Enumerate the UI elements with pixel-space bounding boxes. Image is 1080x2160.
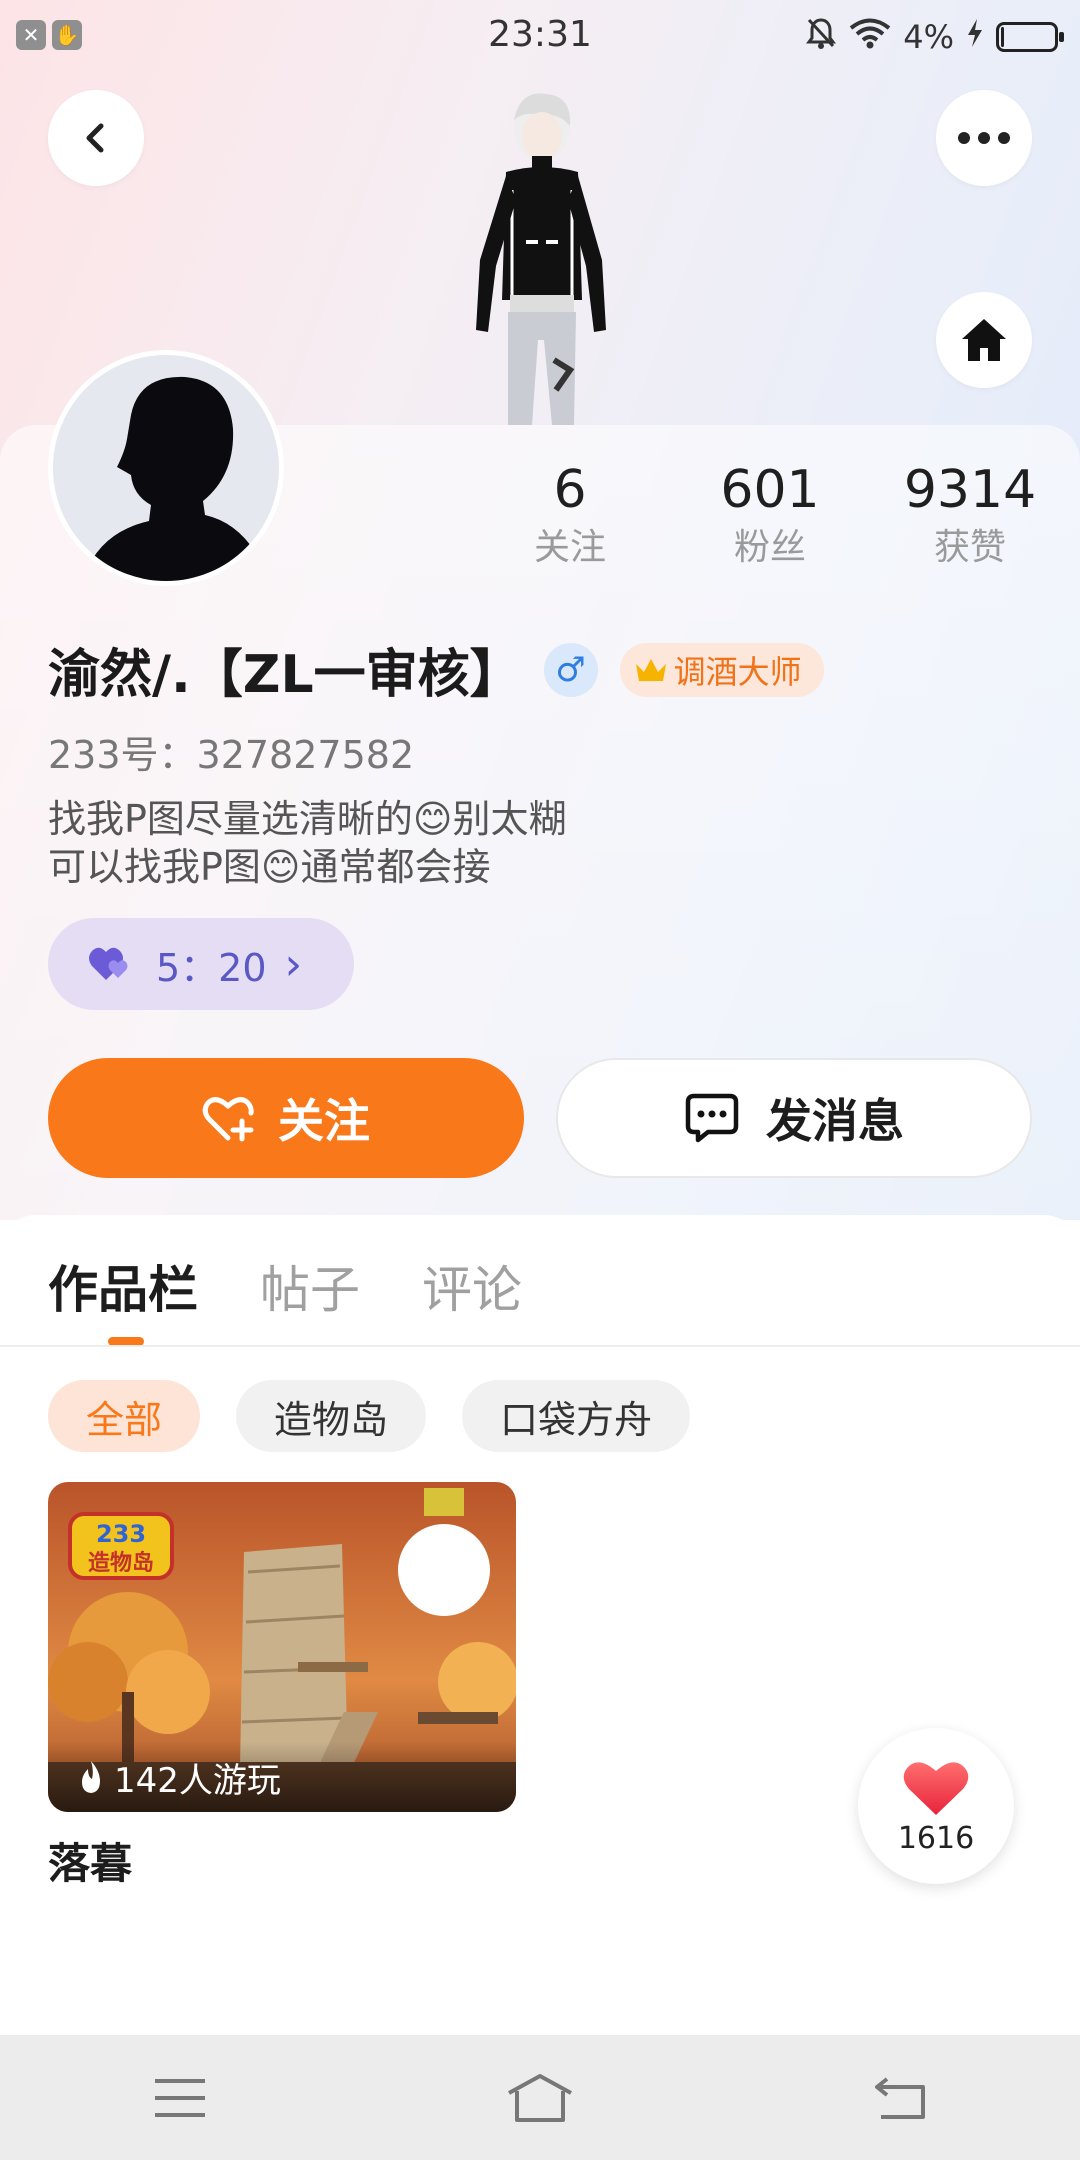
battery-level bbox=[1001, 27, 1004, 47]
message-button[interactable]: 发消息 bbox=[556, 1058, 1032, 1178]
heart-icon bbox=[89, 947, 128, 980]
stat-fans[interactable]: 601 粉丝 bbox=[690, 455, 850, 571]
charging-icon bbox=[966, 18, 984, 56]
heart-pill-value: 5：20 bbox=[156, 945, 267, 990]
heart-match-pill[interactable]: 5：20 › bbox=[48, 918, 354, 1010]
stat-likes-value: 9314 bbox=[903, 460, 1037, 520]
like-button[interactable]: 1616 bbox=[858, 1728, 1014, 1884]
username: 渝然/.【ZL一审核】 bbox=[48, 645, 522, 705]
nav-home-icon bbox=[508, 2073, 572, 2122]
message-button-label: 发消息 bbox=[766, 1094, 904, 1148]
status-bar: ✕ ✋ 23:31 4% bbox=[0, 0, 1080, 72]
back-button[interactable] bbox=[48, 90, 144, 186]
follow-button[interactable]: 关注 bbox=[48, 1058, 524, 1178]
follow-button-label: 关注 bbox=[278, 1094, 370, 1148]
home-space-button[interactable] bbox=[936, 292, 1032, 388]
profile-stats: 6 关注 601 粉丝 9314 获赞 bbox=[490, 455, 1050, 571]
chevron-right-icon: › bbox=[284, 938, 303, 990]
tab-divider bbox=[0, 1345, 1080, 1347]
category-filters: 全部 造物岛 口袋方舟 bbox=[48, 1380, 691, 1452]
wifi-icon bbox=[849, 17, 891, 57]
stat-following-value: 6 bbox=[553, 460, 587, 520]
profile-tabs: 作品栏 帖子 评论 bbox=[48, 1250, 522, 1322]
tab-posts[interactable]: 帖子 bbox=[260, 1250, 360, 1322]
back-icon bbox=[86, 123, 104, 153]
profile-avatar[interactable] bbox=[48, 350, 284, 586]
filter-all[interactable]: 全部 bbox=[48, 1380, 201, 1452]
nav-back-icon bbox=[875, 2076, 925, 2119]
stat-likes-label: 获赞 bbox=[933, 527, 1006, 568]
status-right-icons: 4% bbox=[805, 16, 1064, 58]
battery-percent: 4% bbox=[903, 18, 954, 56]
like-count: 1616 bbox=[897, 1820, 975, 1856]
gender-male-icon: ♂ bbox=[543, 642, 598, 697]
stat-following[interactable]: 6 关注 bbox=[490, 455, 650, 571]
avatar-image bbox=[53, 355, 279, 581]
battery-icon bbox=[996, 22, 1064, 52]
stat-likes[interactable]: 9314 获赞 bbox=[890, 455, 1050, 571]
home-icon bbox=[962, 319, 1006, 361]
title-badge[interactable]: 调酒大师 bbox=[619, 642, 824, 697]
bio: 找我P图尽量选清晰的😊别太糊 可以找我P图😊通常都会接 bbox=[48, 795, 567, 891]
menu-icon bbox=[155, 2078, 205, 2117]
play-count: 142人游玩 bbox=[114, 1760, 281, 1801]
play-count-overlay: 142人游玩 bbox=[48, 1742, 516, 1812]
works-section: 作品栏 帖子 评论 全部 造物岛 口袋方舟 233 造物岛 142人游玩 落暮 bbox=[0, 1215, 1080, 2035]
name-line: 渝然/.【ZL一审核】 ♂ 调酒大师 bbox=[48, 632, 824, 707]
title-badge-label: 调酒大师 bbox=[673, 652, 802, 691]
work-card[interactable]: 233 造物岛 142人游玩 bbox=[48, 1482, 516, 1812]
tab-comments[interactable]: 评论 bbox=[422, 1250, 522, 1322]
crown-icon bbox=[635, 658, 666, 681]
system-navigation-bar bbox=[0, 2035, 1080, 2160]
flame-icon bbox=[82, 1761, 100, 1793]
more-icon bbox=[958, 132, 1010, 144]
island-logo-badge: 233 造物岛 bbox=[68, 1512, 174, 1580]
stat-fans-value: 601 bbox=[720, 460, 820, 520]
bio-line: 可以找我P图😊通常都会接 bbox=[48, 845, 491, 889]
bio-line: 找我P图尽量选清晰的😊别太糊 bbox=[48, 797, 567, 841]
user-id: 233号：327827582 bbox=[48, 733, 415, 777]
more-options-button[interactable] bbox=[936, 90, 1032, 186]
nav-menu-button[interactable] bbox=[120, 2058, 240, 2138]
work-title[interactable]: 落暮 bbox=[48, 1830, 132, 1891]
stat-fans-label: 粉丝 bbox=[733, 527, 806, 568]
heart-plus-icon bbox=[202, 1097, 254, 1142]
filter-island[interactable]: 造物岛 bbox=[236, 1380, 427, 1452]
3d-avatar-figure[interactable] bbox=[450, 90, 630, 425]
mute-bell-icon bbox=[805, 16, 837, 58]
island-logo-text: 233 bbox=[96, 1520, 146, 1548]
nav-home-button[interactable] bbox=[480, 2058, 600, 2138]
nav-back-button[interactable] bbox=[840, 2058, 960, 2138]
island-logo-subtext: 造物岛 bbox=[88, 1550, 154, 1576]
heart-icon bbox=[903, 1761, 969, 1815]
tab-works[interactable]: 作品栏 bbox=[48, 1250, 198, 1322]
chat-icon bbox=[685, 1093, 739, 1143]
stat-following-label: 关注 bbox=[533, 527, 606, 568]
filter-ark[interactable]: 口袋方舟 bbox=[462, 1380, 691, 1452]
silhouette-avatar-icon bbox=[83, 376, 269, 581]
